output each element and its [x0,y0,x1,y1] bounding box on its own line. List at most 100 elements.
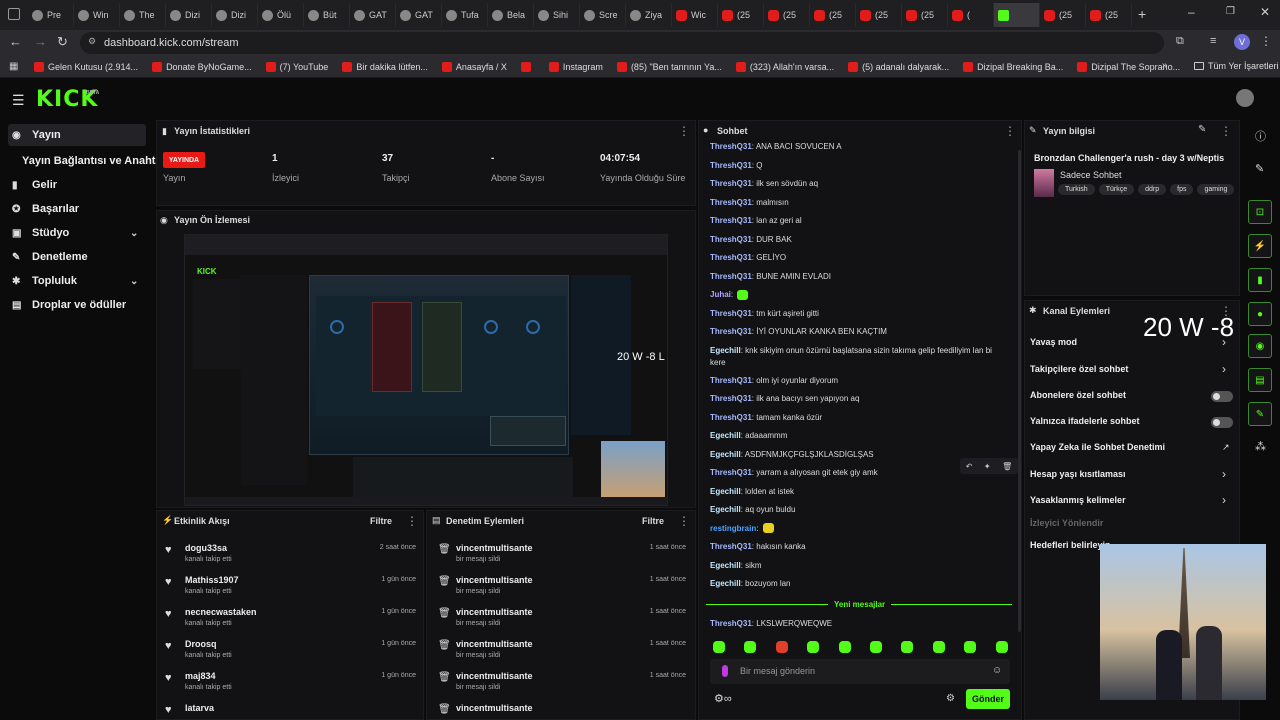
moderator-name[interactable]: vincentmultisante [456,671,533,681]
moderator-name[interactable]: vincentmultisante [456,575,533,585]
forward-icon[interactable]: → [34,34,47,49]
channel-action-label[interactable]: Hedefleri belirleyin [1030,540,1111,550]
minimize-button[interactable]: – [1188,5,1195,19]
stream-tag[interactable]: Turkish [1058,184,1095,195]
send-button[interactable]: Gönder [966,689,1010,709]
rail-doc-button[interactable]: ▮ [1248,268,1272,292]
chevron-right-icon[interactable]: › [1222,493,1226,507]
browser-tab[interactable]: Scre [580,3,626,27]
browser-tab[interactable]: Büt [304,3,350,27]
rail-list-button[interactable]: ▤ [1248,368,1272,392]
browser-tab[interactable]: Dizi [166,3,212,27]
chevron-down-icon[interactable]: ⌄ [130,276,138,287]
chevron-right-icon[interactable]: › [1222,467,1226,481]
chat-username[interactable]: ThreshQ31 [710,198,752,207]
browser-tab[interactable]: The [120,3,166,27]
channel-action-label[interactable]: Yalnızca ifadelerle sohbet [1030,416,1140,426]
chat-username[interactable]: Egechill [710,450,741,459]
browser-tab[interactable]: GAT [350,3,396,27]
chevron-right-icon[interactable]: › [1222,362,1226,376]
stream-tag[interactable]: ddrp [1138,184,1167,195]
chat-username[interactable]: ThreshQ31 [710,179,752,188]
browser-tab[interactable]: (25 [856,3,902,27]
chat-username[interactable]: ThreshQ31 [710,542,752,551]
activity-username[interactable]: Mathiss1907 [185,575,239,585]
category-name[interactable]: Sadece Sohbet [1060,170,1122,180]
chat-username[interactable]: Egechill [710,579,741,588]
emote-icon[interactable] [932,641,945,653]
moderator-name[interactable]: vincentmultisante [456,703,533,713]
emote-icon[interactable] [870,641,882,653]
browser-tab[interactable]: Sihi [534,3,580,27]
apps-grid-icon[interactable]: ▦ [9,61,18,72]
close-window-button[interactable]: ✕ [1260,5,1270,19]
browser-tab[interactable]: ( [948,3,994,27]
browser-tab[interactable]: Bela [488,3,534,27]
hamburger-menu-icon[interactable]: ☰ [12,92,25,109]
media-icon[interactable]: ≡ [1210,35,1216,47]
rail-scan-button[interactable]: ⊡ [1248,200,1272,224]
chat-settings-icon[interactable]: ⚙ [946,693,955,704]
channel-action-label[interactable]: Takipçilere özel sohbet [1030,364,1128,374]
channel-action-label[interactable]: İzleyici Yönlendir [1030,518,1103,528]
bookmark-item[interactable] [520,61,535,72]
browser-menu-icon[interactable]: ⋮ [1260,34,1272,48]
mic-icon[interactable] [722,665,728,677]
moderator-name[interactable]: vincentmultisante [456,639,533,649]
profile-avatar[interactable]: V [1234,34,1250,50]
activity-username[interactable]: latarva [185,703,214,713]
moderator-name[interactable]: vincentmultisante [456,543,533,553]
browser-tab[interactable] [994,3,1040,27]
stream-tag[interactable]: fps [1170,184,1194,195]
chat-scrollbar[interactable] [1018,150,1021,632]
bookmark-item[interactable]: (7) YouTube [265,61,328,72]
emote-icon[interactable] [713,641,725,653]
stream-tag[interactable]: Türkçe [1098,184,1135,195]
chat-username[interactable]: ThreshQ31 [710,394,752,403]
back-icon[interactable]: ← [9,34,22,49]
restore-button[interactable]: ❐ [1226,6,1235,17]
browser-tab[interactable]: Dizi [212,3,258,27]
new-tab-button[interactable]: + [1138,6,1146,22]
chat-username[interactable]: Egechill [710,487,741,496]
chat-username[interactable]: ThreshQ31 [710,272,752,281]
toggle-switch[interactable] [1211,417,1233,428]
chat-username[interactable]: Juhai [710,290,731,299]
chat-username[interactable]: Egechill [710,346,741,355]
chat-menu-icon[interactable]: ⋮ [1004,124,1016,138]
chat-username[interactable]: ThreshQ31 [710,235,752,244]
chat-username[interactable]: ThreshQ31 [710,253,752,262]
activity-filter-button[interactable]: Filtre [370,516,392,526]
chat-username[interactable]: restingbrain [710,524,756,533]
bookmark-item[interactable]: (323) Allah'ın varsa... [735,61,834,72]
chevron-right-icon[interactable]: › [1222,335,1226,349]
activity-username[interactable]: maj834 [185,671,216,681]
emote-icon[interactable] [964,641,977,653]
stream-preview-video[interactable]: KICK 20 W -8 L [184,234,668,506]
browser-tab[interactable]: (25 [718,3,764,27]
sidebar-item[interactable]: ✱ Topluluk ⌄ [8,270,146,292]
chat-username[interactable]: ThreshQ31 [710,327,752,336]
sidebar-item[interactable]: ▮ Gelir [8,174,146,196]
browser-tab[interactable]: (25 [764,3,810,27]
pencil-icon[interactable]: ✎ [1255,162,1264,175]
chat-username[interactable]: ThreshQ31 [710,413,752,422]
browser-tab[interactable]: Win [74,3,120,27]
tools-icon[interactable]: ⚙∞ [714,692,732,705]
activity-username[interactable]: Droosq [185,639,217,649]
emote-icon[interactable] [775,641,788,653]
chat-input[interactable]: Bir mesaj gönderin ☺ [710,659,1010,684]
channel-action-label[interactable]: Hesap yaşı kısıtlaması [1030,469,1126,479]
activity-username[interactable]: dogu33sa [185,543,227,553]
tab-search-icon[interactable] [8,8,20,20]
rail-chat-button[interactable]: ● [1248,302,1272,326]
stats-menu-icon[interactable]: ⋮ [678,124,690,138]
emote-icon[interactable] [838,641,851,653]
channel-action-label[interactable]: Yapay Zeka ile Sohbet Denetimi [1030,442,1165,452]
more-bookmarks-icon[interactable]: » [1162,60,1168,71]
browser-tab[interactable]: Ziya [626,3,672,27]
stream-info-menu-icon[interactable]: ⋮ [1220,124,1232,138]
moderator-name[interactable]: vincentmultisante [456,607,533,617]
emoji-icon[interactable]: ☺ [992,665,1002,676]
chat-username[interactable]: ThreshQ31 [710,216,752,225]
